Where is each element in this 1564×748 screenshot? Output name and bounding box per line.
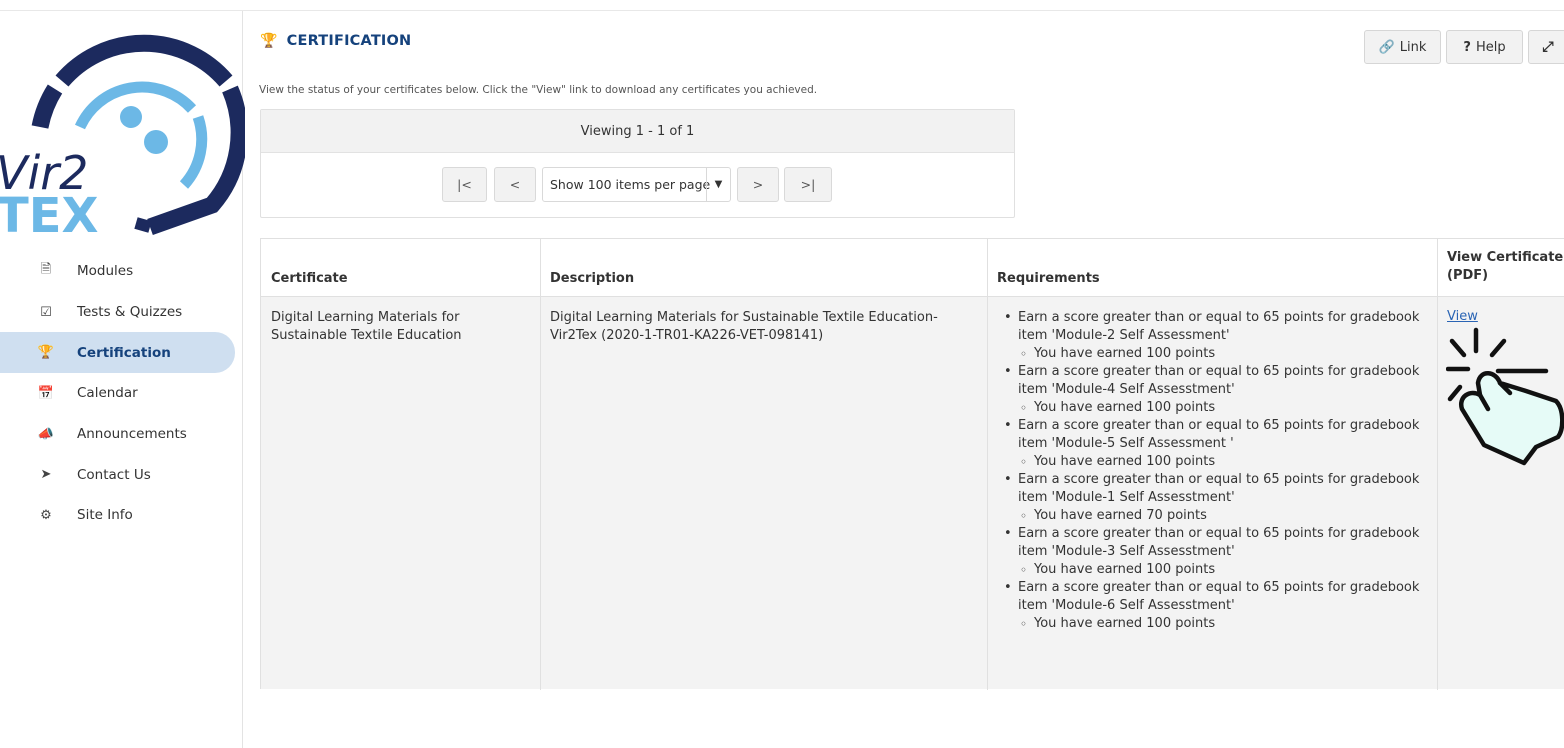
requirement-item-name: item 'Module-2 Self Assessment' <box>1018 328 1230 343</box>
logo-tex-text: TEX <box>0 188 99 242</box>
link-icon: 🔗 <box>1378 39 1395 55</box>
requirement-item-name: item 'Module-6 Self Assesstment' <box>1018 598 1235 613</box>
requirement-text: Earn a score greater than or equal to 65… <box>1018 580 1420 595</box>
sidebar-item-tests-quizzes[interactable]: ☑ Tests & Quizzes <box>0 292 243 333</box>
question-icon: ? <box>1463 39 1471 55</box>
column-header-view-certificate: View Certificate (PDF) <box>1447 249 1563 285</box>
requirement-earned: You have earned 100 points <box>1018 345 1442 363</box>
requirement-text: Earn a score greater than or equal to 65… <box>1018 364 1420 379</box>
page-title: 🏆 CERTIFICATION <box>260 33 411 49</box>
click-hand-icon <box>1446 327 1564 466</box>
certificates-table: Certificate Description Requirements Vie… <box>260 238 1564 690</box>
table-header <box>261 239 1564 297</box>
vir2tex-logo: Vir2 TEX <box>0 34 245 242</box>
requirement-item: Earn a score greater than or equal to 65… <box>1002 309 1442 345</box>
pager-status: Viewing 1 - 1 of 1 <box>261 110 1014 153</box>
requirement-earned: You have earned 100 points <box>1018 561 1442 579</box>
link-button[interactable]: 🔗 Link <box>1364 30 1441 64</box>
expand-icon: ⤢ <box>1542 39 1554 55</box>
requirement-item-name: item 'Module-1 Self Assesstment' <box>1018 490 1235 505</box>
help-button[interactable]: ? Help <box>1446 30 1523 64</box>
paper-plane-icon: ➤ <box>40 467 52 483</box>
last-page-button[interactable]: >| <box>784 167 832 202</box>
certificate-description-line2: Vir2Tex (2020-1-TR01-KA226-VET-098141) <box>550 328 824 343</box>
column-header-requirements: Requirements <box>997 271 1100 286</box>
requirement-item-name: item 'Module-4 Self Assesstment' <box>1018 382 1235 397</box>
requirement-item-name: item 'Module-3 Self Assesstment' <box>1018 544 1235 559</box>
certificate-name-line2: Sustainable Textile Education <box>271 328 462 343</box>
requirement-item: Earn a score greater than or equal to 65… <box>1002 417 1442 453</box>
requirement-text: Earn a score greater than or equal to 65… <box>1018 526 1420 541</box>
intro-text: View the status of your certificates bel… <box>259 84 818 96</box>
sidebar-item-modules[interactable]: 🗎 Modules <box>0 251 243 292</box>
column-divider <box>987 239 988 690</box>
requirement-item-name: item 'Module-5 Self Assessment ' <box>1018 436 1234 451</box>
trophy-icon: 🏆 <box>260 33 278 49</box>
requirement-item: Earn a score greater than or equal to 65… <box>1002 471 1442 507</box>
sidebar-item-label: Tests & Quizzes <box>77 304 183 321</box>
page-size-select[interactable]: Show 100 items per page ▼ <box>542 167 731 202</box>
link-button-label: Link <box>1399 39 1427 55</box>
requirement-item: Earn a score greater than or equal to 65… <box>1002 363 1442 399</box>
trophy-icon: 🏆 <box>37 345 55 361</box>
sidebar-item-announcements[interactable]: 📣 Announcements <box>0 414 243 455</box>
sidebar-item-label: Modules <box>77 263 134 280</box>
sidebar-item-label: Announcements <box>77 426 187 443</box>
sidebar-item-label: Contact Us <box>77 466 151 483</box>
requirement-text: Earn a score greater than or equal to 65… <box>1018 472 1420 487</box>
sidebar-item-label: Certification <box>77 344 171 361</box>
column-header-view-line2: (PDF) <box>1447 268 1489 283</box>
sidebar-item-calendar[interactable]: 📅 Calendar <box>0 373 243 414</box>
fullscreen-button[interactable]: ⤢ <box>1528 30 1564 64</box>
sidebar-item-label: Calendar <box>77 385 138 402</box>
column-divider <box>540 239 541 690</box>
column-header-description: Description <box>550 271 635 286</box>
requirement-text: Earn a score greater than or equal to 65… <box>1018 418 1420 433</box>
sidebar: Vir2 TEX 🗎 Modules ☑ Tests & Quizzes 🏆 C… <box>0 11 245 748</box>
sidebar-item-contact-us[interactable]: ➤ Contact Us <box>0 454 243 495</box>
checkbox-icon: ☑ <box>40 304 52 320</box>
column-header-view-line1: View Certificate <box>1447 250 1564 265</box>
requirements-list: Earn a score greater than or equal to 65… <box>1002 309 1442 633</box>
requirement-item: Earn a score greater than or equal to 65… <box>1002 525 1442 561</box>
requirement-earned: You have earned 100 points <box>1018 453 1442 471</box>
certificate-description-line1: Digital Learning Materials for Sustainab… <box>550 310 938 325</box>
pager: Viewing 1 - 1 of 1 |< < Show 100 items p… <box>260 109 1015 218</box>
megaphone-icon: 📣 <box>37 426 55 442</box>
caret-down-icon: ▼ <box>706 168 730 201</box>
sidebar-item-certification[interactable]: 🏆 Certification <box>0 332 235 374</box>
sidebar-item-label: Site Info <box>77 507 133 524</box>
requirement-earned: You have earned 100 points <box>1018 399 1442 417</box>
page-title-text: CERTIFICATION <box>286 33 412 49</box>
requirement-text: Earn a score greater than or equal to 65… <box>1018 310 1420 325</box>
next-page-button[interactable]: > <box>737 167 779 202</box>
certificate-name: Digital Learning Materials for Sustainab… <box>271 309 462 345</box>
certificate-description: Digital Learning Materials for Sustainab… <box>550 309 938 345</box>
column-header-certificate: Certificate <box>271 271 348 286</box>
view-certificate-link[interactable]: View <box>1447 309 1478 324</box>
first-page-button[interactable]: |< <box>442 167 487 202</box>
help-button-label: Help <box>1475 39 1506 55</box>
document-icon: 🗎 <box>40 262 52 278</box>
requirement-earned: You have earned 100 points <box>1018 615 1442 633</box>
requirement-earned: You have earned 70 points <box>1018 507 1442 525</box>
page-size-value: Show 100 items per page <box>550 177 711 192</box>
prev-page-button[interactable]: < <box>494 167 536 202</box>
calendar-icon: 📅 <box>37 385 55 401</box>
sidebar-item-site-info[interactable]: ⚙ Site Info <box>0 495 243 536</box>
main-content: 🏆 CERTIFICATION 🔗 Link ? Help ⤢ View the… <box>244 11 1564 748</box>
sidebar-nav: 🗎 Modules ☑ Tests & Quizzes 🏆 Certificat… <box>0 251 243 536</box>
certificate-name-line1: Digital Learning Materials for <box>271 310 460 325</box>
gear-icon: ⚙ <box>40 507 52 523</box>
requirement-item: Earn a score greater than or equal to 65… <box>1002 579 1442 615</box>
